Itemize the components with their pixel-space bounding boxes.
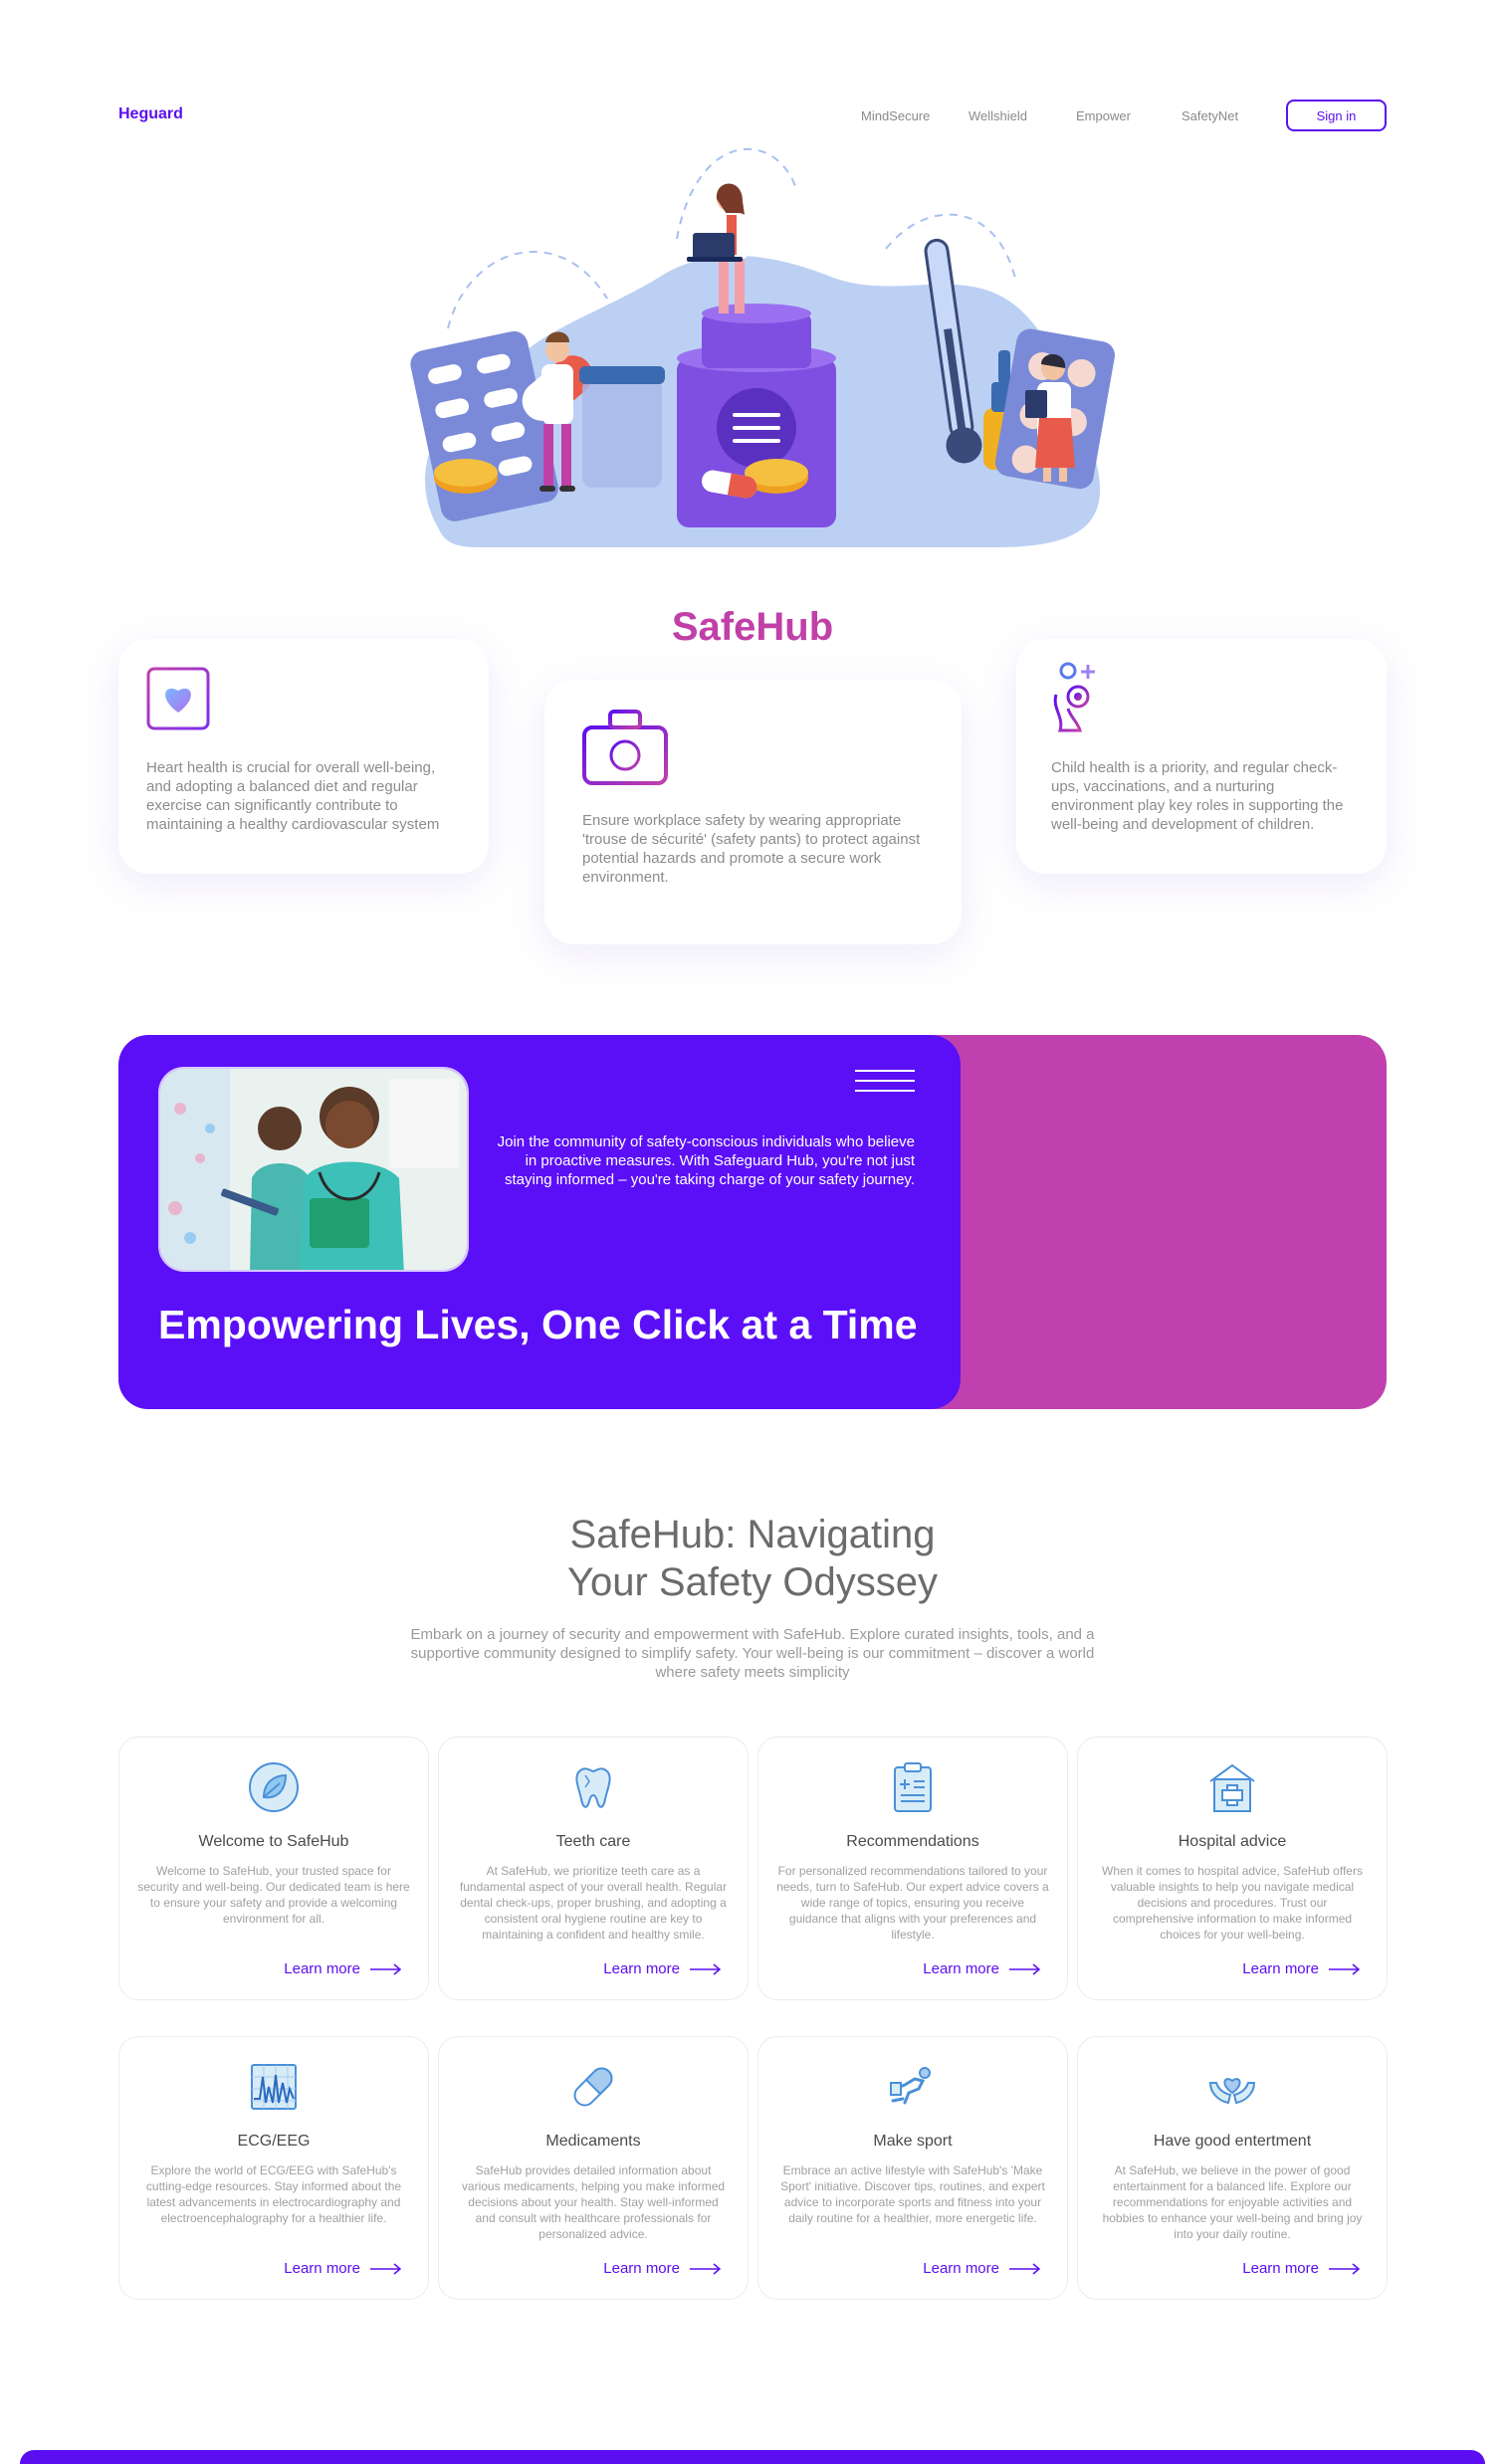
learn-more-label: Learn more <box>1242 1960 1319 1977</box>
heart-icon <box>146 667 210 730</box>
service-description: Embrace an active lifestyle with SafeHub… <box>780 2163 1045 2225</box>
first-aid-kit-icon <box>582 710 668 785</box>
hands-heart-icon <box>1208 2078 1256 2105</box>
arrow-right-icon <box>1329 2262 1361 2275</box>
service-card-hospital[interactable]: Hospital advice When it comes to hospita… <box>1077 1737 1388 2000</box>
nav-link-mindsecure[interactable]: MindSecure <box>861 108 930 123</box>
hero-illustration <box>410 147 1115 547</box>
learn-more-label: Learn more <box>284 1960 360 1977</box>
nav-link-wellshield[interactable]: Wellshield <box>968 108 1027 123</box>
pill-icon <box>573 2067 613 2107</box>
service-description: At SafeHub, we believe in the power of g… <box>1102 2163 1363 2241</box>
service-title: Make sport <box>873 2133 953 2150</box>
arrow-right-icon <box>1009 1962 1041 1975</box>
arrow-right-icon <box>690 1962 722 1975</box>
service-card-medicaments[interactable]: Medicaments SafeHub provides detailed in… <box>438 2036 749 2300</box>
banner-text: Join the community of safety-conscious i… <box>497 1133 915 1188</box>
arrow-right-icon <box>370 2262 402 2275</box>
banner-title: Empowering Lives, One Click at a Time <box>158 1302 918 1347</box>
section-title: SafeHub: Navigating Your Safety Odyssey <box>0 1511 1505 1606</box>
learn-more-link[interactable]: Learn more <box>923 2260 1041 2277</box>
child-health-icon <box>1053 662 1095 732</box>
learn-more-label: Learn more <box>603 2260 680 2277</box>
feature-text: Heart health is crucial for overall well… <box>146 759 440 833</box>
service-description: Welcome to SafeHub, your trusted space f… <box>137 1864 410 1926</box>
service-card-recommendations[interactable]: Recommendations For personalized recomme… <box>757 1737 1068 2000</box>
doctors-photo <box>158 1067 469 1272</box>
learn-more-link[interactable]: Learn more <box>923 1960 1041 1977</box>
footer-bar <box>20 2450 1485 2464</box>
learn-more-link[interactable]: Learn more <box>284 1960 402 1977</box>
menu-icon[interactable] <box>855 1069 915 1093</box>
service-description: Explore the world of ECG/EEG with SafeHu… <box>145 2163 402 2225</box>
service-description: SafeHub provides detailed information ab… <box>461 2163 726 2241</box>
arrow-right-icon <box>690 2262 722 2275</box>
tooth-icon <box>575 1767 611 1808</box>
section-title-line1: SafeHub: Navigating <box>569 1513 936 1556</box>
service-title: Hospital advice <box>1178 1833 1287 1850</box>
nav-link-empower[interactable]: Empower <box>1076 108 1131 123</box>
learn-more-link[interactable]: Learn more <box>284 2260 402 2277</box>
section-title-line2: Your Safety Odyssey <box>566 1560 939 1604</box>
feature-card-safety: Ensure workplace safety by wearing appro… <box>544 680 962 944</box>
arrow-right-icon <box>370 1962 402 1975</box>
sign-in-button[interactable]: Sign in <box>1286 100 1387 131</box>
learn-more-label: Learn more <box>284 2260 360 2277</box>
nav-link-safetynet[interactable]: SafetyNet <box>1182 108 1238 123</box>
section-subtitle: Embark on a journey of security and empo… <box>410 1626 1095 1681</box>
clipboard-icon <box>894 1762 932 1812</box>
sport-icon <box>890 2067 931 2105</box>
service-title: Recommendations <box>846 1833 979 1850</box>
service-card-teeth[interactable]: Teeth care At SafeHub, we prioritize tee… <box>438 1737 749 2000</box>
feature-card-heart: Heart health is crucial for overall well… <box>118 639 489 874</box>
promo-banner: Join the community of safety-conscious i… <box>118 1035 1387 1409</box>
banner-panel: Join the community of safety-conscious i… <box>118 1035 961 1409</box>
service-title: ECG/EEG <box>237 2133 311 2150</box>
service-card-entertainment[interactable]: Have good entertment At SafeHub, we beli… <box>1077 2036 1388 2300</box>
feature-text: Ensure workplace safety by wearing appro… <box>582 812 921 886</box>
learn-more-link[interactable]: Learn more <box>1242 1960 1361 1977</box>
service-card-ecg[interactable]: ECG/EEG Explore the world of ECG/EEG wit… <box>118 2036 429 2300</box>
service-title: Have good entertment <box>1153 2133 1312 2150</box>
service-card-welcome[interactable]: Welcome to SafeHub Welcome to SafeHub, y… <box>118 1737 429 2000</box>
logo[interactable]: Heguard <box>118 105 183 123</box>
service-title: Welcome to SafeHub <box>198 1833 349 1850</box>
service-description: At SafeHub, we prioritize teeth care as … <box>459 1864 728 1942</box>
leaf-icon <box>249 1762 299 1812</box>
service-title: Teeth care <box>555 1833 631 1850</box>
learn-more-label: Learn more <box>603 1960 680 1977</box>
service-description: For personalized recommendations tailore… <box>776 1864 1049 1942</box>
learn-more-label: Learn more <box>1242 2260 1319 2277</box>
feature-text: Child health is a priority, and regular … <box>1051 759 1344 833</box>
learn-more-link[interactable]: Learn more <box>1242 2260 1361 2277</box>
learn-more-link[interactable]: Learn more <box>603 1960 722 1977</box>
learn-more-label: Learn more <box>923 1960 999 1977</box>
learn-more-label: Learn more <box>923 2260 999 2277</box>
service-title: Medicaments <box>545 2133 641 2150</box>
feature-card-child: Child health is a priority, and regular … <box>1016 639 1387 874</box>
hospital-icon <box>1209 1763 1255 1812</box>
arrow-right-icon <box>1009 2262 1041 2275</box>
arrow-right-icon <box>1329 1962 1361 1975</box>
service-card-sport[interactable]: Make sport Embrace an active lifestyle w… <box>757 2036 1068 2300</box>
ecg-icon <box>251 2064 297 2110</box>
learn-more-link[interactable]: Learn more <box>603 2260 722 2277</box>
service-description: When it comes to hospital advice, SafeHu… <box>1102 1864 1363 1942</box>
